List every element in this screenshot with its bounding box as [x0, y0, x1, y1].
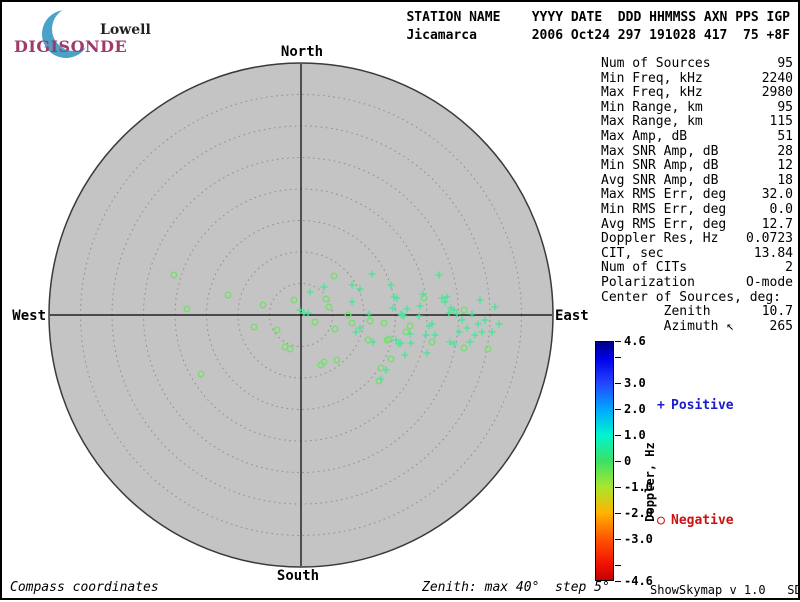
stat-row: Max SNR Amp, dB 28: [601, 143, 793, 159]
version-note: ShowSkymap v 1.0 SD v 4.2: [650, 583, 800, 597]
compass-label-south: South: [276, 568, 320, 584]
colorbar-tick-label: 2.0: [624, 401, 646, 416]
station-values-row: Jicamarca 2006 Oct24 297 191028 417 75 +…: [406, 28, 790, 43]
logo-lowell-text: Lowell: [100, 22, 151, 38]
colorbar-tick-label: 0: [624, 454, 632, 468]
stat-row: Max Amp, dB 51: [601, 128, 793, 144]
colorbar-tick: [615, 513, 621, 515]
station-columns-row: STATION NAME YYYY DATE DDD HHMMSS AXN PP…: [406, 10, 790, 25]
colorbar-tick-label: 1.0: [624, 427, 646, 442]
doppler-colorbar: [595, 341, 614, 581]
compass-label-north: North: [280, 44, 324, 60]
showskymap-window: { "logo": { "lowell": "Lowell", "digison…: [0, 0, 800, 600]
colorbar-tick-label: 4.6: [624, 334, 646, 348]
stat-row: Min SNR Amp, dB 12: [601, 158, 793, 174]
colorbar-tick: [615, 356, 621, 358]
stat-row: CIT, sec 13.84: [601, 245, 793, 261]
compass-label-west: West: [12, 308, 46, 324]
legend-negative-label: Negative: [671, 513, 734, 528]
colorbar-tick-label: -3.0: [624, 532, 653, 547]
colorbar-tick: [615, 487, 621, 489]
stat-row: Max Range, km 115: [601, 114, 793, 130]
colorbar-tick: [615, 382, 621, 384]
colorbar-tick: [615, 581, 621, 582]
compass-label-east: East: [555, 308, 589, 324]
stat-row: Center of Sources, deg:: [601, 289, 782, 305]
stats-panel: Num of Sources 95 Min Freq, kHz 2240 Max Fre…: [601, 56, 793, 334]
colorbar-tick: [615, 408, 621, 410]
stat-row: Max Freq, kHz 2980: [601, 85, 793, 101]
stat-row: Num of CITs 2: [601, 260, 793, 276]
stat-row: Min Range, km 95: [601, 99, 793, 115]
colorbar-tick-label: 3.0: [624, 375, 646, 390]
colorbar-tick-label: -4.6: [624, 574, 653, 588]
coordinates-note: Compass coordinates: [10, 580, 159, 595]
colorbar-tick: [615, 341, 621, 342]
lowell-digisonde-logo: Lowell DIGISONDE: [8, 6, 183, 58]
stat-row: Min Freq, kHz 2240: [601, 70, 793, 86]
colorbar-title: Doppler, Hz: [643, 442, 657, 522]
logo-digisonde-text: DIGISONDE: [14, 37, 128, 56]
legend-positive: + Positive: [657, 398, 734, 413]
colorbar-tick: [615, 434, 621, 436]
colorbar-tick: [615, 565, 621, 567]
stat-row: Zenith 10.7: [601, 304, 793, 320]
zenith-range-note: Zenith: max 40° step 5°: [422, 580, 610, 595]
stat-row: Azimuth ↖ 265: [601, 318, 793, 334]
plus-marker-icon: +: [657, 398, 665, 413]
stat-row: Min RMS Err, deg 0.0: [601, 201, 793, 217]
stat-row: Num of Sources 95: [601, 56, 793, 71]
circle-marker-icon: ○: [657, 513, 665, 528]
stat-row: Max RMS Err, deg 32.0: [601, 187, 793, 203]
stat-row: Doppler Res, Hz 0.0723: [601, 231, 793, 247]
stat-row: Avg RMS Err, deg 12.7: [601, 216, 793, 232]
colorbar-tick: [615, 461, 621, 462]
legend-negative: ○ Negative: [657, 513, 734, 528]
stat-row: Polarization O-mode: [601, 274, 793, 290]
legend-positive-label: Positive: [671, 398, 734, 413]
stat-row: Avg SNR Amp, dB 18: [601, 172, 793, 188]
colorbar-tick: [615, 539, 621, 541]
